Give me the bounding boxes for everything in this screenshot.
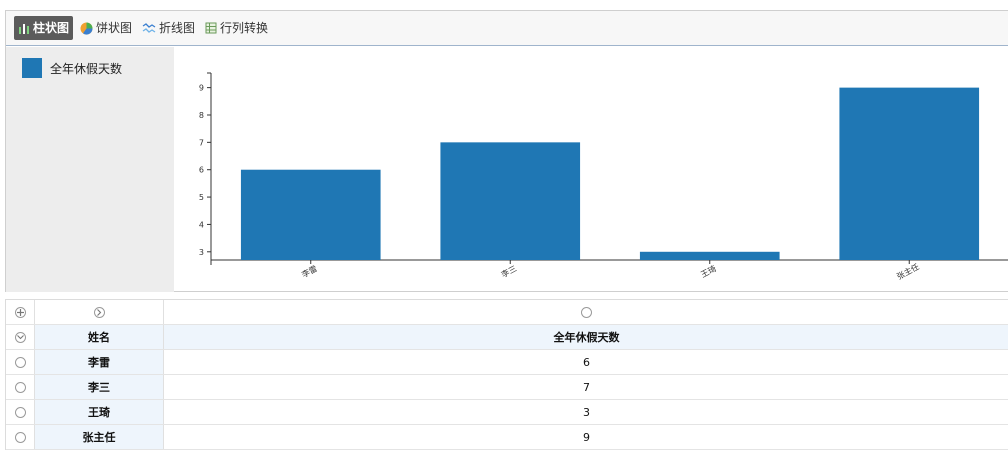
- chevron-right-icon[interactable]: [93, 306, 105, 318]
- legend-label: 全年休假天数: [50, 62, 123, 76]
- bar-chart-button[interactable]: 柱状图: [14, 16, 74, 40]
- chart-toolbar: 柱状图 饼状图 折线图 行列转换: [6, 11, 1008, 46]
- pie-chart-label: 饼状图: [96, 21, 133, 35]
- y-tick-label: 3: [199, 248, 204, 257]
- x-tick-label: 张主任: [895, 261, 921, 281]
- y-tick-label: 5: [199, 193, 204, 202]
- y-tick-label: 8: [199, 111, 204, 120]
- cell-days: 6: [583, 355, 590, 369]
- grid-body: 李雷 6 李三 7 王琦 3 张主任 9: [6, 350, 1008, 450]
- grid-collapse-cell: [6, 325, 35, 349]
- cell-days: 3: [583, 405, 590, 419]
- table-row[interactable]: 张主任 9: [6, 425, 1008, 450]
- cell-days: 9: [583, 430, 590, 444]
- y-tick-label: 7: [199, 138, 204, 147]
- row-select-cell: [6, 425, 35, 449]
- add-icon[interactable]: [14, 306, 26, 318]
- cell-name: 张主任: [35, 425, 164, 449]
- table-row[interactable]: 王琦 3: [6, 400, 1008, 425]
- radio-icon[interactable]: [14, 406, 26, 418]
- line-chart-button[interactable]: 折线图: [138, 16, 199, 40]
- legend-swatch: [22, 58, 42, 78]
- y-tick-label: 9: [199, 84, 204, 93]
- cell-name: 李雷: [35, 350, 164, 374]
- grid-expand-cell: [35, 300, 164, 324]
- bar: [639, 251, 780, 260]
- table-row[interactable]: 李雷 6: [6, 350, 1008, 375]
- data-grid: 姓名 全年休假天数 李雷 6 李三 7 王琦 3 张主任 9: [5, 299, 1008, 450]
- chart-panel: 柱状图 饼状图 折线图 行列转换 全年休假天数 3 4 5 6 7 8 9 李雷…: [5, 10, 1008, 292]
- cell-name: 王琦: [35, 400, 164, 424]
- pie-chart-icon: [80, 22, 93, 35]
- grid-select-cell: [164, 300, 1008, 324]
- row-select-cell: [6, 350, 35, 374]
- table-row[interactable]: 李三 7: [6, 375, 1008, 400]
- column-header-name[interactable]: 姓名: [35, 325, 164, 349]
- bar: [440, 142, 581, 260]
- radio-icon[interactable]: [14, 431, 26, 443]
- y-tick-label: 4: [199, 220, 204, 229]
- row-select-cell: [6, 375, 35, 399]
- bar: [839, 87, 980, 260]
- chart-legend: 全年休假天数: [6, 47, 174, 292]
- transpose-icon: [205, 22, 217, 34]
- grid-tool-row: [6, 300, 1008, 325]
- cell-days: 7: [583, 380, 590, 394]
- column-header-days[interactable]: 全年休假天数: [164, 325, 1008, 349]
- x-tick-label: 李三: [499, 263, 518, 279]
- bar: [240, 169, 381, 260]
- row-select-cell: [6, 400, 35, 424]
- radio-icon[interactable]: [581, 306, 592, 318]
- bar-chart-icon: [19, 24, 29, 34]
- radio-icon[interactable]: [14, 356, 26, 368]
- y-tick-label: 6: [199, 166, 204, 175]
- transpose-label: 行列转换: [220, 21, 269, 35]
- x-tick-label: 王琦: [699, 264, 717, 279]
- bar-chart-label: 柱状图: [33, 21, 70, 35]
- line-chart-label: 折线图: [159, 21, 196, 35]
- radio-icon[interactable]: [14, 381, 26, 393]
- bar-chart: 3 4 5 6 7 8 9 李雷 李三 王琦 张主任: [199, 72, 1008, 281]
- cell-name: 李三: [35, 375, 164, 399]
- grid-add-cell: [6, 300, 35, 324]
- transpose-button[interactable]: 行列转换: [201, 16, 272, 40]
- chevron-down-icon[interactable]: [14, 331, 26, 343]
- grid-header-row: 姓名 全年休假天数: [6, 325, 1008, 350]
- x-tick-label: 李雷: [300, 263, 319, 279]
- line-chart-icon: [142, 23, 156, 33]
- pie-chart-button[interactable]: 饼状图: [76, 16, 136, 40]
